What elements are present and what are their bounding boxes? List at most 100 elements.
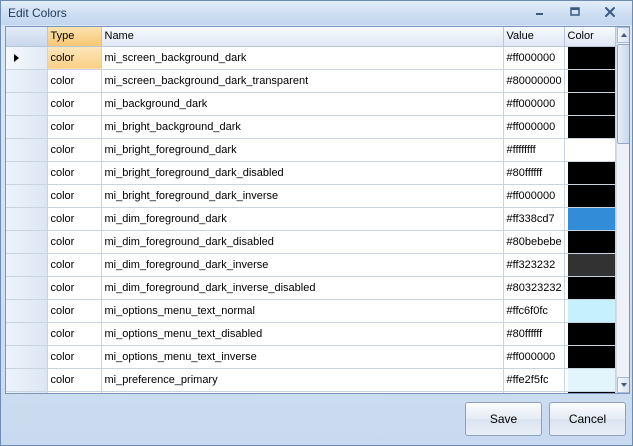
type-cell[interactable]: color (47, 138, 102, 162)
scroll-up-button[interactable] (617, 27, 629, 43)
maximize-button[interactable] (563, 3, 587, 21)
value-cell[interactable]: #ff000000 (503, 46, 565, 70)
name-cell[interactable]: mi_preference_primary_disabled (101, 391, 504, 393)
type-cell[interactable]: color (47, 161, 102, 185)
color-cell[interactable] (564, 161, 616, 185)
name-cell[interactable]: mi_bright_foreground_dark_disabled (101, 161, 504, 185)
type-cell[interactable]: color (47, 276, 102, 300)
table-row[interactable]: color mi_bright_foreground_dark_disabled… (6, 161, 616, 185)
name-cell[interactable]: mi_options_menu_text_normal (101, 299, 504, 323)
name-cell[interactable]: mi_dim_foreground_dark_inverse_disabled (101, 276, 504, 300)
name-cell[interactable]: mi_preference_primary (101, 368, 504, 392)
value-cell[interactable]: #80323232 (503, 276, 565, 300)
row-header[interactable] (6, 184, 48, 208)
color-cell[interactable] (564, 69, 616, 93)
row-header[interactable] (6, 46, 48, 70)
row-header[interactable] (6, 299, 48, 323)
value-cell[interactable]: #80ffffff (503, 161, 565, 185)
value-cell[interactable]: #ffe2f5fc (503, 368, 565, 392)
title-bar[interactable]: Edit Colors (1, 1, 632, 25)
name-cell[interactable]: mi_screen_background_dark (101, 46, 504, 70)
type-cell[interactable]: color (47, 322, 102, 346)
color-cell[interactable] (564, 184, 616, 208)
minimize-button[interactable] (527, 3, 551, 21)
cancel-button[interactable]: Cancel (549, 402, 626, 436)
name-cell[interactable]: mi_dim_foreground_dark_disabled (101, 230, 504, 254)
table-row[interactable]: color mi_dim_foreground_dark_inverse_dis… (6, 276, 616, 300)
name-cell[interactable]: mi_background_dark (101, 92, 504, 116)
column-header-type[interactable]: Type (47, 27, 102, 47)
colors-grid[interactable]: Type Name Value Color color mi_screen_ba… (5, 26, 630, 394)
table-row[interactable]: color mi_background_dark #ff000000 (6, 92, 616, 116)
table-row[interactable]: color mi_dim_foreground_dark_disabled #8… (6, 230, 616, 254)
type-cell[interactable]: color (47, 46, 102, 70)
color-cell[interactable] (564, 230, 616, 254)
row-header[interactable] (6, 391, 48, 393)
row-header[interactable] (6, 368, 48, 392)
name-cell[interactable]: mi_bright_background_dark (101, 115, 504, 139)
color-cell[interactable] (564, 46, 616, 70)
type-cell[interactable]: color (47, 391, 102, 393)
name-cell[interactable]: mi_dim_foreground_dark (101, 207, 504, 231)
table-row[interactable]: color mi_bright_foreground_dark #fffffff… (6, 138, 616, 162)
row-header[interactable] (6, 322, 48, 346)
column-header-color[interactable]: Color (564, 27, 616, 47)
color-cell[interactable] (564, 391, 616, 393)
table-row[interactable]: color mi_screen_background_dark_transpar… (6, 69, 616, 93)
table-row[interactable]: color mi_preference_primary #ffe2f5fc (6, 368, 616, 392)
value-cell[interactable]: #80000000 (503, 69, 565, 93)
type-cell[interactable]: color (47, 230, 102, 254)
color-cell[interactable] (564, 322, 616, 346)
row-header[interactable] (6, 161, 48, 185)
type-cell[interactable]: color (47, 69, 102, 93)
name-cell[interactable]: mi_dim_foreground_dark_inverse (101, 253, 504, 277)
row-header[interactable] (6, 345, 48, 369)
color-cell[interactable] (564, 207, 616, 231)
row-header[interactable] (6, 138, 48, 162)
table-row[interactable]: color mi_bright_background_dark #ff00000… (6, 115, 616, 139)
color-cell[interactable] (564, 299, 616, 323)
table-row[interactable]: color mi_options_menu_text_disabled #80f… (6, 322, 616, 346)
value-cell[interactable]: #ff000000 (503, 92, 565, 116)
row-header[interactable] (6, 69, 48, 93)
type-cell[interactable]: color (47, 253, 102, 277)
table-row[interactable]: color mi_preference_primary_disabled #80… (6, 391, 616, 393)
color-cell[interactable] (564, 368, 616, 392)
select-all-corner[interactable] (6, 27, 48, 47)
value-cell[interactable]: #ff000000 (503, 184, 565, 208)
value-cell[interactable]: #ff323232 (503, 253, 565, 277)
scrollbar-thumb[interactable] (617, 44, 629, 144)
row-header[interactable] (6, 230, 48, 254)
color-cell[interactable] (564, 115, 616, 139)
table-row[interactable]: color mi_options_menu_text_inverse #ff00… (6, 345, 616, 369)
value-cell[interactable]: #ff000000 (503, 115, 565, 139)
name-cell[interactable]: mi_screen_background_dark_transparent (101, 69, 504, 93)
row-header[interactable] (6, 276, 48, 300)
value-cell[interactable]: #80ffffff (503, 391, 565, 393)
row-header[interactable] (6, 115, 48, 139)
value-cell[interactable]: #80ffffff (503, 322, 565, 346)
color-cell[interactable] (564, 253, 616, 277)
table-row[interactable]: color mi_dim_foreground_dark_inverse #ff… (6, 253, 616, 277)
type-cell[interactable]: color (47, 92, 102, 116)
table-row[interactable]: color mi_bright_foreground_dark_inverse … (6, 184, 616, 208)
close-button[interactable] (598, 3, 622, 21)
type-cell[interactable]: color (47, 345, 102, 369)
value-cell[interactable]: #80bebebe (503, 230, 565, 254)
vertical-scrollbar[interactable] (616, 27, 629, 393)
color-cell[interactable] (564, 276, 616, 300)
type-cell[interactable]: color (47, 184, 102, 208)
value-cell[interactable]: #ff000000 (503, 345, 565, 369)
name-cell[interactable]: mi_options_menu_text_disabled (101, 322, 504, 346)
value-cell[interactable]: #ff338cd7 (503, 207, 565, 231)
row-header[interactable] (6, 207, 48, 231)
type-cell[interactable]: color (47, 115, 102, 139)
table-row[interactable]: color mi_screen_background_dark #ff00000… (6, 46, 616, 70)
table-row[interactable]: color mi_dim_foreground_dark #ff338cd7 (6, 207, 616, 231)
type-cell[interactable]: color (47, 207, 102, 231)
column-header-value[interactable]: Value (503, 27, 565, 47)
save-button[interactable]: Save (465, 402, 542, 436)
name-cell[interactable]: mi_bright_foreground_dark_inverse (101, 184, 504, 208)
type-cell[interactable]: color (47, 299, 102, 323)
value-cell[interactable]: #ffffffff (503, 138, 565, 162)
